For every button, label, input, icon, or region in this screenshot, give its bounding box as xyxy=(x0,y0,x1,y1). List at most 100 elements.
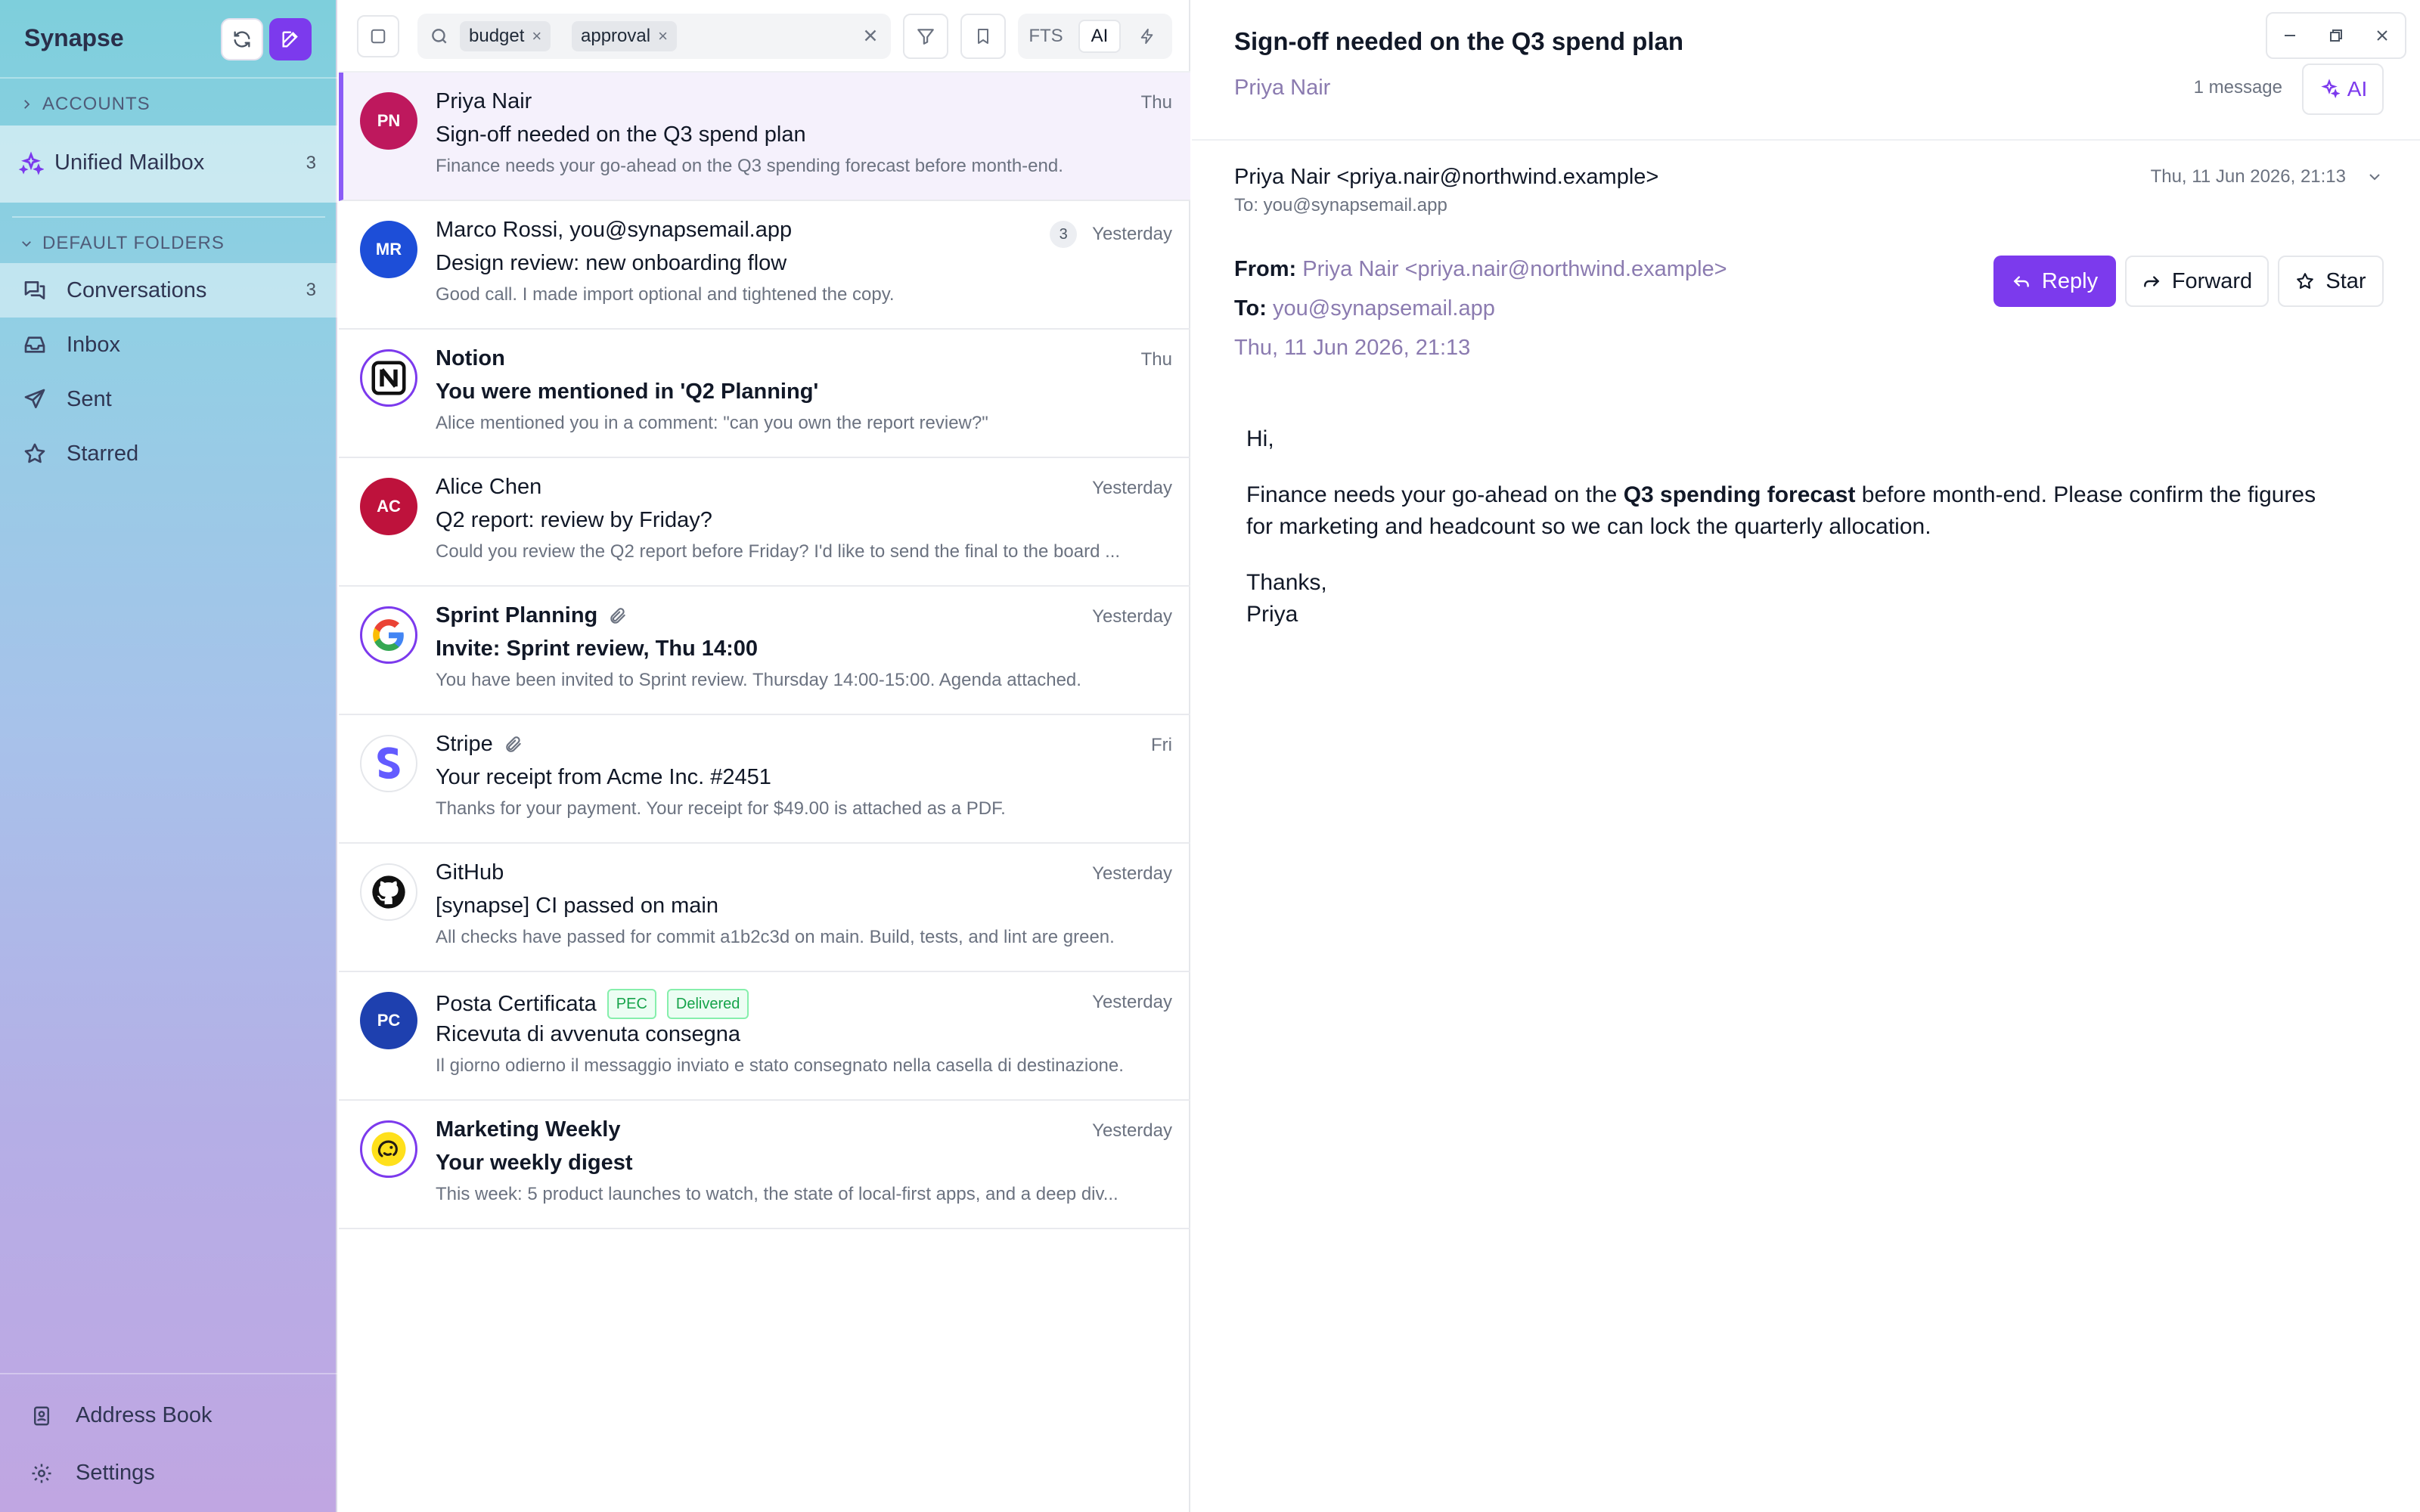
reply-icon xyxy=(2013,276,2029,287)
window-controls xyxy=(2266,12,2406,59)
preview: Thanks for your payment. Your receipt fo… xyxy=(436,798,1006,819)
search-chip-approval[interactable]: approval × xyxy=(572,21,677,51)
conversations-icon xyxy=(24,281,45,299)
body-highlight: Q3 spending forecast xyxy=(1623,482,1856,507)
message-sender: Priya Nair <priya.nair@northwind.example… xyxy=(1234,165,1659,189)
list-item[interactable]: Sprint Planning Invite: Sprint review, T… xyxy=(339,587,1190,715)
sidebar: Synapse ACCOUNTS Unified Mailbox 3 DEFAU… xyxy=(0,0,337,1512)
lightning-icon xyxy=(1140,28,1153,45)
body-paragraph: Finance needs your go-ahead on the Q3 sp… xyxy=(1246,482,2316,539)
subject: Design review: new onboarding flow xyxy=(436,251,787,275)
star-label: Star xyxy=(2325,268,2366,293)
address-book-icon xyxy=(34,1406,49,1426)
sender: Notion xyxy=(436,346,505,370)
star-button[interactable]: Star xyxy=(2278,256,2384,307)
bookmark-button[interactable] xyxy=(960,14,1006,59)
to-value[interactable]: you@synapsemail.app xyxy=(1273,296,1495,321)
date: Yesterday xyxy=(1092,863,1172,884)
sidebar-item-starred[interactable]: Starred xyxy=(0,426,337,481)
inbox-label: Inbox xyxy=(67,332,120,357)
forward-button[interactable]: Forward xyxy=(2125,256,2269,307)
date: 3 Yesterday xyxy=(1050,221,1172,248)
bookmark-icon xyxy=(978,29,988,44)
refresh-icon xyxy=(234,31,250,48)
message-count: 1 message xyxy=(2193,77,2282,98)
accounts-label: ACCOUNTS xyxy=(42,94,150,114)
list-item[interactable]: Notion You were mentioned in 'Q2 Plannin… xyxy=(339,330,1190,458)
search-mode-ai[interactable]: AI xyxy=(1078,20,1121,53)
reply-button[interactable]: Reply xyxy=(1993,256,2116,307)
body-signoff: Thanks, Priya xyxy=(1246,570,1327,627)
search-mode-fts[interactable]: FTS xyxy=(1024,20,1068,53)
date: Yesterday xyxy=(1092,992,1172,1012)
from-value[interactable]: Priya Nair <priya.nair@northwind.example… xyxy=(1302,257,1727,281)
close-icon[interactable] xyxy=(2373,26,2391,45)
ai-button[interactable]: AI xyxy=(2302,64,2384,115)
sidebar-item-conversations[interactable]: Conversations 3 xyxy=(0,263,337,318)
list-item[interactable]: Stripe Your receipt from Acme Inc. #2451… xyxy=(339,715,1190,844)
list-item[interactable]: PC Posta Certificata PEC Delivered Ricev… xyxy=(339,972,1190,1101)
reply-label: Reply xyxy=(2041,268,2099,293)
list-item[interactable]: PN Priya Nair Sign-off needed on the Q3 … xyxy=(339,73,1190,201)
sidebar-item-address-book[interactable]: Address Book xyxy=(0,1391,337,1439)
sidebar-item-unified-mailbox[interactable]: Unified Mailbox 3 xyxy=(0,125,337,203)
list-item[interactable]: GitHub [synapse] CI passed on main All c… xyxy=(339,844,1190,972)
pec-badge: PEC xyxy=(607,989,656,1019)
sidebar-item-settings[interactable]: Settings xyxy=(0,1448,337,1497)
reading-pane: Sign-off needed on the Q3 spend plan Pri… xyxy=(1192,0,2420,1512)
avatar: AC xyxy=(360,478,417,535)
unified-mailbox-label: Unified Mailbox xyxy=(54,150,205,175)
stripe-logo-icon xyxy=(360,735,417,792)
sidebar-header: Synapse xyxy=(0,0,337,79)
preview: Alice mentioned you in a comment: "can y… xyxy=(436,413,988,433)
body-greeting: Hi, xyxy=(1246,426,1274,451)
chevron-down-icon xyxy=(22,241,31,247)
date-value: Thu, 11 Jun 2026, 21:13 xyxy=(1234,336,1471,360)
address-book-label: Address Book xyxy=(76,1403,213,1427)
message-date: Thu, 11 Jun 2026, 21:13 xyxy=(2150,166,2346,187)
message-body: Hi, Finance needs your go-ahead on the Q… xyxy=(1246,423,2320,655)
filter-button[interactable] xyxy=(903,14,948,59)
remove-chip-icon[interactable]: × xyxy=(658,26,668,46)
date: Thu xyxy=(1140,92,1172,113)
list-item[interactable]: AC Alice Chen Q2 report: review by Frida… xyxy=(339,458,1190,587)
refresh-button[interactable] xyxy=(221,18,263,60)
remove-chip-icon[interactable]: × xyxy=(532,26,541,46)
conversations-label: Conversations xyxy=(67,277,207,302)
date: Thu xyxy=(1140,349,1172,370)
starred-label: Starred xyxy=(67,441,139,466)
minimize-icon[interactable] xyxy=(2281,26,2299,45)
chevron-down-icon[interactable] xyxy=(2366,168,2384,186)
restore-icon[interactable] xyxy=(2327,26,2345,45)
select-all-checkbox[interactable] xyxy=(357,15,399,57)
compose-button[interactable] xyxy=(269,18,312,60)
sidebar-item-inbox[interactable]: Inbox xyxy=(0,318,337,372)
app-title: Synapse xyxy=(24,24,124,51)
header-divider xyxy=(1192,139,2420,141)
to-label: To: xyxy=(1234,296,1267,321)
search-chip-budget[interactable]: budget × xyxy=(460,21,551,51)
sender: Sprint Planning xyxy=(436,603,628,628)
date: Fri xyxy=(1151,735,1172,755)
accounts-section-toggle[interactable]: ACCOUNTS xyxy=(20,94,150,115)
subject: You were mentioned in 'Q2 Planning' xyxy=(436,380,819,404)
subject: Sign-off needed on the Q3 spend plan xyxy=(436,122,806,147)
default-folders-toggle[interactable]: DEFAULT FOLDERS xyxy=(20,233,225,254)
list-item[interactable]: Marketing Weekly Your weekly digest This… xyxy=(339,1101,1190,1229)
preview: Good call. I made import optional and ti… xyxy=(436,284,895,305)
sparkles-icon xyxy=(18,151,44,175)
conversation-participant[interactable]: Priya Nair xyxy=(1234,76,1330,101)
sender: Alice Chen xyxy=(436,475,542,499)
list-item[interactable]: MR Marco Rossi, you@synapsemail.app Desi… xyxy=(339,201,1190,330)
date-line: Thu, 11 Jun 2026, 21:13 xyxy=(1234,336,1470,361)
subject: Ricevuta di avvenuta consegna xyxy=(436,1022,741,1046)
github-logo-icon xyxy=(360,863,417,921)
date: Yesterday xyxy=(1092,606,1172,627)
conversation-subject: Sign-off needed on the Q3 spend plan xyxy=(1234,27,1684,55)
search-mode-quick[interactable] xyxy=(1128,20,1166,53)
clear-search-icon[interactable] xyxy=(861,26,880,45)
search-input[interactable]: budget × approval × xyxy=(417,14,891,59)
sidebar-item-sent[interactable]: Sent xyxy=(0,372,337,426)
date: Yesterday xyxy=(1092,478,1172,498)
forward-label: Forward xyxy=(2171,268,2253,293)
